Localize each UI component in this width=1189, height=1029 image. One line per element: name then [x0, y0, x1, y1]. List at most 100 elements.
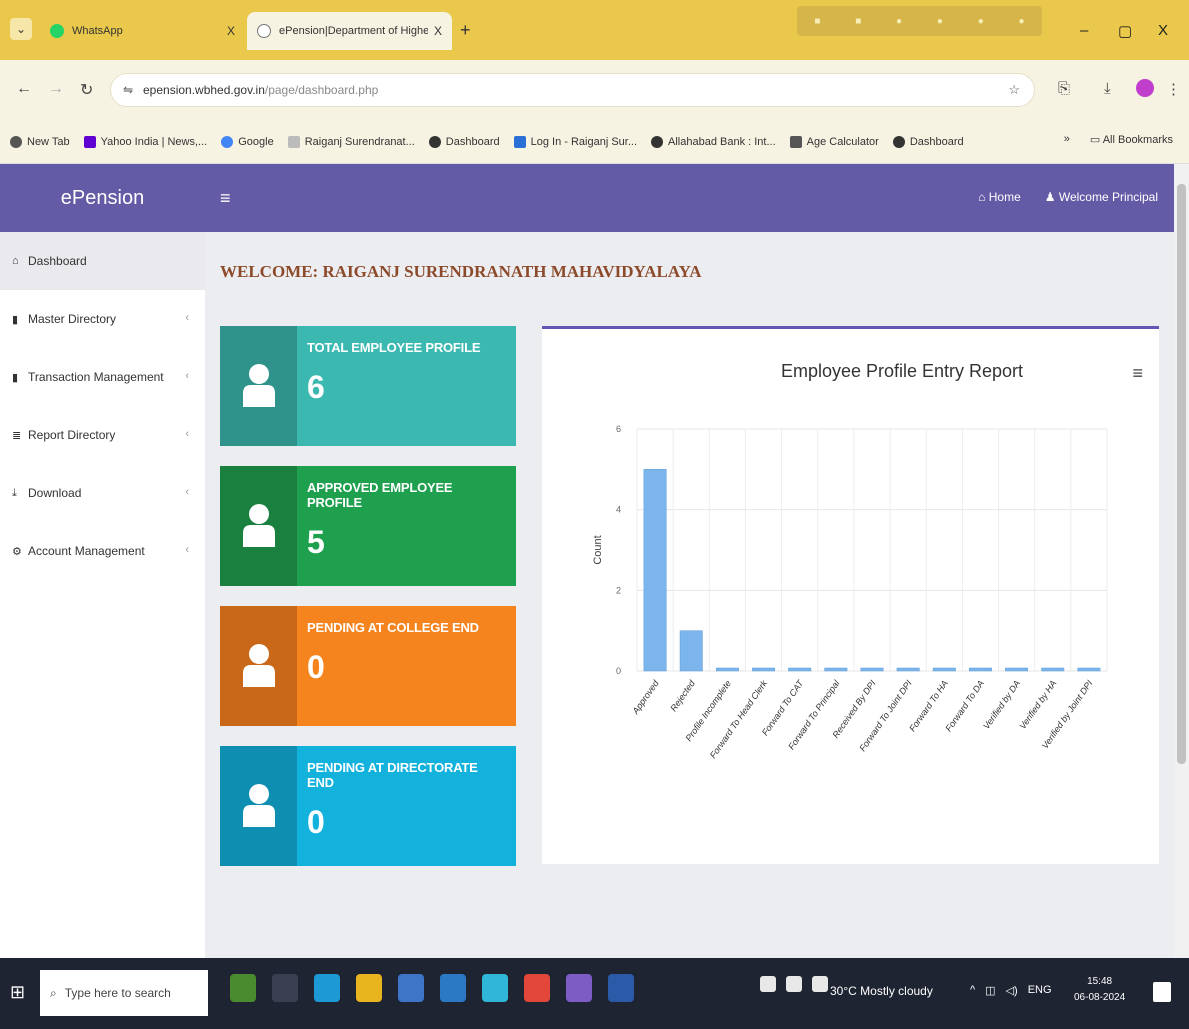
- chart-bar: [1077, 667, 1101, 672]
- chart-bar: [715, 667, 739, 672]
- back-arrow-icon[interactable]: ←: [16, 80, 32, 98]
- windows-start-icon[interactable]: ⊞: [10, 982, 25, 1003]
- chart-panel: ≡ Employee Profile Entry Report 0 2 4 6 Count…: [542, 326, 1159, 864]
- download-icon[interactable]: ⤓: [1104, 80, 1111, 97]
- bookmarks-overflow-button[interactable]: »: [1064, 133, 1070, 146]
- mail-icon[interactable]: [440, 974, 466, 1002]
- sidebar-item-dashboard[interactable]: ⌂ Dashboard: [0, 232, 205, 290]
- network-icon[interactable]: ◫: [985, 984, 995, 997]
- bookmark-item[interactable]: New Tab: [10, 135, 70, 148]
- taskbar-clock[interactable]: 15:48 06-08-2024: [1074, 974, 1125, 1006]
- sidebar-item-download[interactable]: ⤓ Download ‹: [0, 464, 205, 522]
- word-icon[interactable]: [608, 974, 634, 1002]
- bookmark-item[interactable]: Age Calculator: [789, 135, 879, 148]
- scrollbar-thumb[interactable]: [1177, 184, 1186, 764]
- extension-icon[interactable]: ■: [814, 16, 820, 27]
- bookmark-favicon-icon: [513, 135, 526, 148]
- tray-icon[interactable]: [786, 976, 802, 992]
- tab-close-icon[interactable]: X: [434, 24, 442, 38]
- chart-bar: [932, 667, 956, 672]
- database-icon: ≣: [12, 429, 22, 442]
- taskbar-app-icon[interactable]: [398, 974, 424, 1002]
- bookmark-item[interactable]: Dashboard: [428, 135, 500, 148]
- taskbar-app-icon[interactable]: [566, 974, 592, 1002]
- x-tick-label: Forward To DA: [943, 678, 986, 733]
- extension-icon[interactable]: ■: [855, 16, 861, 27]
- stat-card-value: 6: [307, 369, 325, 405]
- bookmark-item[interactable]: Allahabad Bank : Int...: [651, 135, 776, 148]
- bookmark-item[interactable]: Yahoo India | News,...: [83, 135, 207, 148]
- bookmark-item[interactable]: Google: [221, 135, 274, 148]
- chart-bar: [1005, 667, 1029, 672]
- x-tick-label: Approved: [630, 678, 661, 717]
- y-tick-label: 0: [616, 666, 621, 676]
- chevron-left-icon: ‹: [185, 312, 189, 324]
- minimize-button[interactable]: –: [1080, 22, 1088, 39]
- extension-icon[interactable]: ●: [937, 16, 943, 27]
- forward-arrow-icon[interactable]: →: [48, 80, 64, 98]
- stat-card-title: TOTAL EMPLOYEE PROFILE: [307, 340, 481, 355]
- home-link[interactable]: ⌂ Home: [978, 190, 1021, 204]
- sidebar-item-transaction-management[interactable]: ▮ Transaction Management ‹: [0, 348, 205, 406]
- sidebar-item-report-directory[interactable]: ≣ Report Directory ‹: [0, 406, 205, 464]
- tab-search-dropdown[interactable]: ⌄: [10, 18, 32, 40]
- chrome-icon[interactable]: [524, 974, 550, 1002]
- chevron-up-icon[interactable]: ^: [970, 984, 975, 997]
- extension-icon[interactable]: ●: [896, 16, 902, 27]
- bookmark-item[interactable]: Log In - Raiganj Sur...: [513, 135, 637, 148]
- sidebar-toggle-icon[interactable]: ≡: [220, 188, 231, 209]
- x-tick-label: Verified by DA: [981, 678, 1022, 731]
- reload-icon[interactable]: ↻: [80, 80, 93, 100]
- all-bookmarks-button[interactable]: ▭ All Bookmarks: [1090, 133, 1173, 146]
- stat-card-total[interactable]: TOTAL EMPLOYEE PROFILE 6: [220, 326, 516, 446]
- sidebar-item-label: Master Directory: [28, 312, 117, 326]
- sidebar: ⌂ Dashboard ▮ Master Directory ‹ ▮ Trans…: [0, 232, 205, 958]
- sidebar-item-master-directory[interactable]: ▮ Master Directory ‹: [0, 290, 205, 348]
- tab-close-icon[interactable]: X: [227, 24, 235, 38]
- close-window-button[interactable]: X: [1158, 22, 1168, 39]
- bookmark-item[interactable]: Dashboard: [892, 135, 964, 148]
- edge-icon[interactable]: [314, 974, 340, 1002]
- stat-card-pending-directorate[interactable]: PENDING AT DIRECTORATE END 0: [220, 746, 516, 866]
- page-scrollbar[interactable]: [1174, 164, 1189, 958]
- x-tick-label: Rejected: [668, 678, 697, 714]
- site-info-icon[interactable]: ⇋: [123, 83, 133, 97]
- user-menu[interactable]: ♟ Welcome Principal: [1045, 190, 1158, 204]
- tab-epension[interactable]: ePension|Department of Highe X: [247, 12, 452, 50]
- profile-avatar[interactable]: [1136, 79, 1154, 97]
- bookmark-star-icon[interactable]: ☆: [1008, 82, 1020, 98]
- extensions-icon[interactable]: ⎘: [1058, 80, 1070, 97]
- stat-card-pending-college[interactable]: PENDING AT COLLEGE END 0: [220, 606, 516, 726]
- brand-logo[interactable]: ePension: [0, 164, 205, 232]
- chart-bar: [1041, 667, 1065, 672]
- notification-icon[interactable]: [1153, 982, 1171, 1002]
- stat-card-approved[interactable]: APPROVED EMPLOYEE PROFILE 5: [220, 466, 516, 586]
- new-tab-button[interactable]: +: [460, 20, 471, 41]
- bookmark-favicon-icon: [287, 135, 300, 148]
- edge-icon[interactable]: [482, 974, 508, 1002]
- sidebar-item-label: Report Directory: [28, 428, 116, 442]
- stat-card-value: 0: [307, 804, 325, 840]
- sidebar-item-account-management[interactable]: ⚙ Account Management ‹: [0, 522, 205, 580]
- tab-whatsapp[interactable]: WhatsApp X: [40, 12, 245, 50]
- chart-menu-icon[interactable]: ≡: [1132, 363, 1143, 384]
- task-view-icon[interactable]: [272, 974, 298, 1002]
- extension-icon[interactable]: ●: [978, 16, 984, 27]
- tray-icon[interactable]: [812, 976, 828, 992]
- chart-title: Employee Profile Entry Report: [781, 361, 1023, 381]
- bookmarks-bar: New Tab Yahoo India | News,... Google Ra…: [0, 120, 1189, 164]
- taskbar-search[interactable]: ⌕ Type here to search: [40, 970, 208, 1016]
- search-placeholder: Type here to search: [64, 986, 171, 1000]
- maximize-button[interactable]: ▢: [1118, 22, 1132, 40]
- volume-icon[interactable]: ◁): [1006, 984, 1018, 997]
- menu-kebab-icon[interactable]: ⋮: [1166, 80, 1181, 98]
- file-explorer-icon[interactable]: [356, 974, 382, 1002]
- extension-icon[interactable]: ●: [1019, 16, 1025, 27]
- weather-widget[interactable]: 30°C Mostly cloudy: [830, 984, 933, 998]
- address-bar[interactable]: ⇋ epension.wbhed.gov.in/page/dashboard.p…: [110, 73, 1035, 107]
- taskbar-app-icon[interactable]: [230, 974, 256, 1002]
- tray-icon[interactable]: [760, 976, 776, 992]
- bookmark-item[interactable]: Raiganj Surendranat...: [287, 135, 415, 148]
- bar-chart: Employee Profile Entry Report 0 2 4 6 Count Ap…: [592, 361, 1108, 760]
- language-indicator[interactable]: ENG: [1028, 984, 1052, 997]
